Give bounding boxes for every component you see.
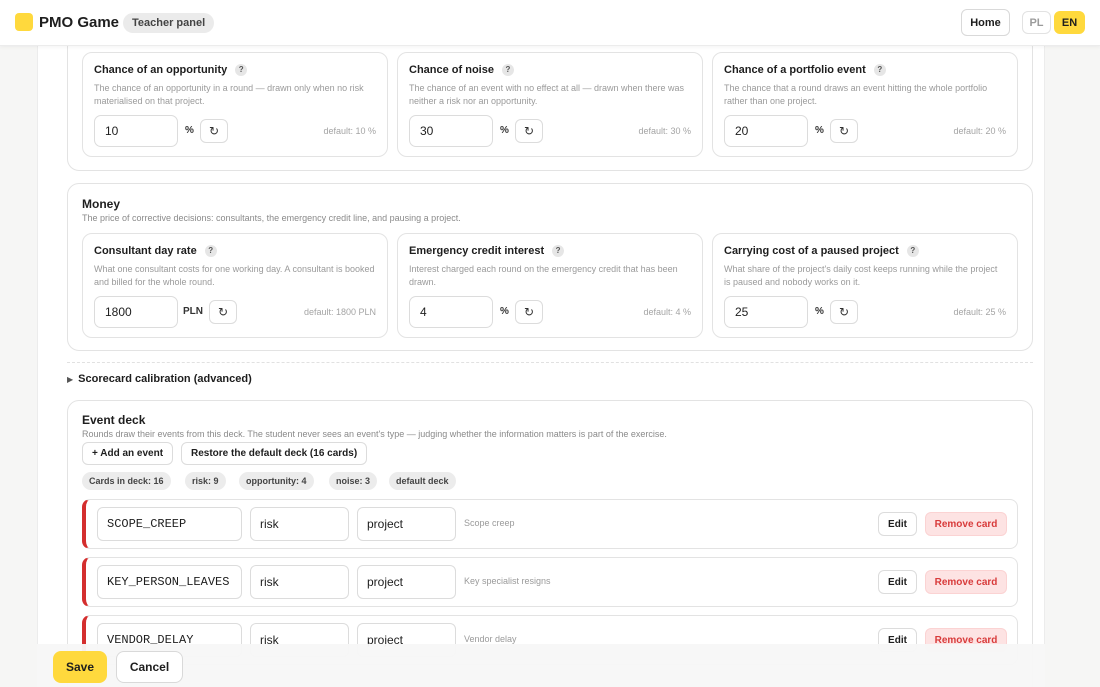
noise-default: default: 30 % xyxy=(638,126,691,136)
opportunity-card: Chance of an opportunity ? The chance of… xyxy=(82,52,388,157)
noise-count-chip: noise: 3 xyxy=(329,472,378,490)
add-event-button[interactable]: + Add an event xyxy=(82,442,174,465)
help-icon[interactable]: ? xyxy=(906,245,919,257)
top-bar: PMO Game Teacher panel Home PL EN xyxy=(0,0,1100,46)
paused-unit: % xyxy=(815,306,824,317)
reset-icon[interactable]: ↻ xyxy=(515,300,543,324)
edit-button[interactable]: Edit xyxy=(878,512,917,536)
deck-desc: Rounds draw their events from this deck.… xyxy=(82,429,667,439)
cancel-button[interactable]: Cancel xyxy=(116,651,183,683)
home-button[interactable]: Home xyxy=(961,9,1010,36)
remove-card-button[interactable]: Remove card xyxy=(925,570,1007,594)
triangle-right-icon: ▶ xyxy=(67,374,74,384)
portfolio-unit: % xyxy=(815,125,824,136)
credit-unit: % xyxy=(500,306,509,317)
risk-count-chip: risk: 9 xyxy=(185,472,226,490)
event-row: Scope creep Edit Remove card xyxy=(82,499,1018,549)
help-icon[interactable]: ? xyxy=(235,64,248,76)
advanced-label: Scorecard calibration (advanced) xyxy=(78,373,252,385)
reset-icon[interactable]: ↻ xyxy=(830,300,858,324)
event-scope-select[interactable] xyxy=(357,507,456,541)
noise-desc: The chance of an event with no effect at… xyxy=(409,83,684,106)
credit-title: Emergency credit interest xyxy=(409,245,545,257)
opportunity-count-chip: opportunity: 4 xyxy=(239,472,314,490)
opportunity-default: default: 10 % xyxy=(323,126,376,136)
opportunity-unit: % xyxy=(185,125,194,136)
event-name: Key specialist resigns xyxy=(464,576,551,586)
default-deck-chip: default deck xyxy=(389,472,456,490)
credit-input[interactable] xyxy=(409,296,493,328)
logo-icon xyxy=(15,13,33,31)
lang-pl-button[interactable]: PL xyxy=(1022,11,1051,34)
restore-deck-button[interactable]: Restore the default deck (16 cards) xyxy=(181,442,368,465)
role-badge: Teacher panel xyxy=(123,13,215,33)
reset-icon[interactable]: ↻ xyxy=(830,119,858,143)
app-title: PMO Game xyxy=(39,14,120,31)
help-icon[interactable]: ? xyxy=(873,64,886,76)
event-name: Vendor delay xyxy=(464,634,517,644)
credit-default: default: 4 % xyxy=(643,307,691,317)
consultant-title: Consultant day rate xyxy=(94,245,197,257)
portfolio-card: Chance of a portfolio event ? The chance… xyxy=(712,52,1018,157)
consultant-card: Consultant day rate ? What one consultan… xyxy=(82,233,388,338)
paused-input[interactable] xyxy=(724,296,808,328)
portfolio-default: default: 20 % xyxy=(953,126,1006,136)
help-icon[interactable]: ? xyxy=(552,245,565,257)
noise-title: Chance of noise xyxy=(409,64,494,76)
event-code-input[interactable] xyxy=(97,507,242,541)
portfolio-title: Chance of a portfolio event xyxy=(724,64,866,76)
paused-default: default: 25 % xyxy=(953,307,1006,317)
help-icon[interactable]: ? xyxy=(501,64,514,76)
event-code-input[interactable] xyxy=(97,565,242,599)
action-bar xyxy=(37,644,1045,687)
credit-desc: Interest charged each round on the emerg… xyxy=(409,264,678,287)
portfolio-input[interactable] xyxy=(724,115,808,147)
cards-count-chip: Cards in deck: 16 xyxy=(82,472,171,490)
event-name: Scope creep xyxy=(464,518,515,528)
edit-button[interactable]: Edit xyxy=(878,570,917,594)
opportunity-desc: The chance of an opportunity in a round … xyxy=(94,83,364,106)
event-row: Key specialist resigns Edit Remove card xyxy=(82,557,1018,607)
help-icon[interactable]: ? xyxy=(204,245,217,257)
event-type-select[interactable] xyxy=(250,507,349,541)
remove-card-button[interactable]: Remove card xyxy=(925,512,1007,536)
reset-icon[interactable]: ↻ xyxy=(515,119,543,143)
money-desc: The price of corrective decisions: consu… xyxy=(82,213,461,223)
opportunity-input[interactable] xyxy=(94,115,178,147)
noise-input[interactable] xyxy=(409,115,493,147)
opportunity-title: Chance of an opportunity xyxy=(94,64,228,76)
lang-en-button[interactable]: EN xyxy=(1054,11,1085,34)
event-type-select[interactable] xyxy=(250,565,349,599)
consultant-default: default: 1800 PLN xyxy=(303,307,376,317)
paused-title: Carrying cost of a paused project xyxy=(724,245,899,257)
credit-card: Emergency credit interest ? Interest cha… xyxy=(397,233,703,338)
event-scope-select[interactable] xyxy=(357,565,456,599)
reset-icon[interactable]: ↻ xyxy=(209,300,237,324)
consultant-unit: PLN xyxy=(183,306,203,317)
reset-icon[interactable]: ↻ xyxy=(200,119,228,143)
save-button[interactable]: Save xyxy=(53,651,107,683)
paused-desc: What share of the project's daily cost k… xyxy=(724,264,998,287)
noise-card: Chance of noise ? The chance of an event… xyxy=(397,52,703,157)
consultant-desc: What one consultant costs for one workin… xyxy=(94,264,375,287)
money-title: Money xyxy=(82,197,121,211)
noise-unit: % xyxy=(500,125,509,136)
paused-card: Carrying cost of a paused project ? What… xyxy=(712,233,1018,338)
consultant-input[interactable] xyxy=(94,296,178,328)
divider xyxy=(67,362,1033,363)
deck-title: Event deck xyxy=(82,413,146,427)
advanced-toggle[interactable]: ▶ Scorecard calibration (advanced) xyxy=(67,373,252,385)
portfolio-desc: The chance that a round draws an event h… xyxy=(724,83,988,106)
